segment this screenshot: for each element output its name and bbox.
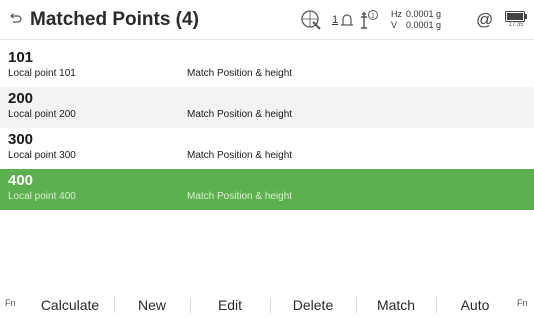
list-item[interactable]: 101 Local point 101 Match Position & hei… — [0, 46, 534, 87]
tracklight-status-icon[interactable]: 1 — [358, 0, 380, 40]
target-status-icon[interactable]: 1 — [332, 0, 354, 40]
match-type: Match Position & height — [187, 150, 293, 161]
target-number: 1 — [332, 14, 339, 26]
fn-key-right[interactable]: Fn — [517, 298, 528, 308]
match-type: Match Position & height — [187, 68, 293, 79]
svg-text:1: 1 — [371, 13, 375, 20]
page-title: Matched Points (4) — [30, 9, 199, 30]
battery-status[interactable]: 17:35 — [505, 0, 527, 40]
list-item[interactable]: 300 Local point 300 Match Position & hei… — [0, 128, 534, 169]
new-button[interactable]: New — [114, 292, 190, 318]
point-id: 101 — [8, 49, 34, 66]
v-value: 0.0001 g — [406, 20, 442, 30]
auto-button[interactable]: Auto — [436, 292, 514, 318]
calculate-button[interactable]: Calculate — [26, 292, 114, 318]
local-point: Local point 200 — [8, 109, 76, 120]
match-type: Match Position & height — [187, 109, 293, 120]
clock: 17:35 — [508, 22, 524, 28]
title-bar: Matched Points (4) 1 1 Hz 0.0001 g V 0.0… — [0, 0, 534, 40]
local-point: Local point 101 — [8, 68, 76, 79]
local-point: Local point 400 — [8, 191, 76, 202]
gnss-status-icon[interactable] — [299, 0, 323, 40]
point-id: 300 — [8, 131, 34, 148]
edit-button[interactable]: Edit — [190, 292, 270, 318]
point-id: 200 — [8, 90, 34, 107]
hz-value: 0.0001 g — [406, 9, 442, 19]
local-point: Local point 300 — [8, 150, 76, 161]
v-label: V — [391, 20, 398, 30]
list-item-selected[interactable]: 400 Local point 400 Match Position & hei… — [0, 169, 534, 210]
fn-key-left[interactable]: Fn — [5, 298, 16, 308]
delete-button[interactable]: Delete — [270, 292, 356, 318]
list-item[interactable]: 200 Local point 200 Match Position & hei… — [0, 87, 534, 128]
angle-readout: Hz 0.0001 g V 0.0001 g — [391, 0, 441, 40]
match-type: Match Position & height — [187, 191, 293, 202]
back-icon[interactable] — [8, 12, 24, 28]
at-sign-icon[interactable]: @ — [476, 0, 493, 40]
battery-icon — [505, 11, 527, 22]
match-button[interactable]: Match — [356, 292, 436, 318]
point-id: 400 — [8, 172, 34, 189]
softkey-bar: Fn Calculate New Edit Delete Match Auto … — [0, 292, 534, 318]
hz-label: Hz — [391, 9, 402, 19]
